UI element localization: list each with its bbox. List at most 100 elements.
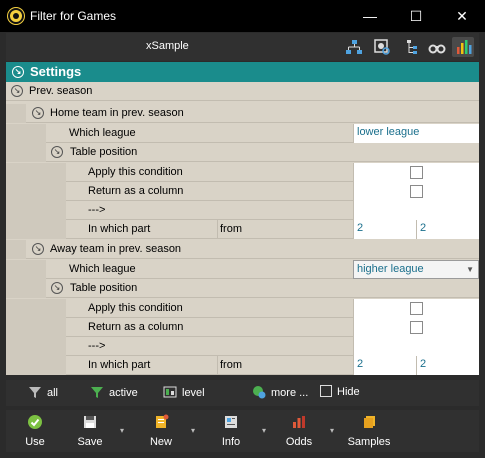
filter-icon	[29, 387, 41, 398]
new-doc-icon	[156, 414, 169, 428]
filter-active-button[interactable]: active	[90, 385, 138, 401]
in-which-part-label: In which part	[88, 359, 151, 371]
filter-bar: all active level more ... Hide	[6, 380, 479, 406]
home-arrow-row: --->	[6, 201, 479, 220]
away-return-checkbox[interactable]	[410, 321, 423, 334]
away-which-league-row: Which league higher league ▼	[6, 260, 479, 279]
away-apply-cell	[353, 299, 479, 318]
which-league-label: Which league	[69, 127, 136, 139]
apply-condition-label: Apply this condition	[88, 166, 183, 178]
collapse-icon[interactable]: ↘	[11, 85, 23, 97]
filter-active-label: active	[109, 387, 138, 399]
close-button[interactable]: ✕	[439, 0, 485, 32]
binoculars-icon[interactable]	[426, 37, 448, 57]
away-league-dropdown[interactable]: higher league ▼	[353, 260, 479, 279]
save-button[interactable]: Save	[76, 414, 104, 448]
level-icon	[163, 386, 177, 398]
hide-checkbox[interactable]	[320, 385, 332, 397]
use-button[interactable]: Use	[24, 414, 46, 448]
odds-dropdown-icon[interactable]: ▾	[330, 426, 334, 435]
table-position-label: Table position	[70, 282, 138, 294]
filter-level-button[interactable]: level	[163, 385, 205, 401]
in-which-part-label: In which part	[88, 223, 151, 235]
hide-toggle[interactable]: Hide	[320, 385, 360, 401]
away-team-label: Away team in prev. season	[50, 243, 182, 255]
info-button[interactable]: Info	[217, 414, 245, 448]
home-which-league-row: Which league lower league	[6, 124, 479, 143]
home-apply-checkbox[interactable]	[410, 166, 423, 179]
away-team-row[interactable]: ↘ Away team in prev. season	[6, 240, 479, 259]
collapse-icon[interactable]: ↘	[32, 243, 44, 255]
hierarchy-icon[interactable]	[343, 37, 365, 57]
collapse-icon[interactable]: ↘	[51, 146, 63, 158]
filter-more-label: more ...	[271, 387, 309, 399]
from-label: from	[220, 359, 242, 371]
home-team-row[interactable]: ↘ Home team in prev. season	[6, 104, 479, 123]
filter-active-icon	[91, 387, 103, 398]
away-apply-row: Apply this condition	[6, 299, 479, 318]
return-column-label: Return as a column	[88, 185, 184, 197]
odds-label: Odds	[285, 436, 313, 448]
sample-label: xSample	[146, 40, 189, 52]
minimize-button[interactable]: —	[347, 0, 393, 32]
filter-all-label: all	[47, 387, 59, 399]
away-apply-checkbox[interactable]	[410, 302, 423, 315]
collapse-icon[interactable]: ↘	[51, 282, 63, 294]
toolbar: xSample	[6, 33, 479, 61]
home-team-label: Home team in prev. season	[50, 107, 184, 119]
away-table-position-row[interactable]: ↘ Table position	[6, 279, 479, 298]
arrow-label: --->	[88, 204, 106, 216]
away-part-from-field[interactable]: 2	[353, 356, 416, 375]
info-label: Info	[221, 436, 241, 448]
home-arrow-cell[interactable]	[353, 201, 479, 220]
samples-stack-icon	[364, 416, 375, 428]
settings-search-icon[interactable]	[371, 37, 393, 57]
settings-panel: ↘ Settings ↘ Prev. season ↘ Home team in…	[6, 62, 479, 375]
app-logo-icon	[8, 8, 24, 24]
window-title: Filter for Games	[30, 9, 117, 23]
maximize-button[interactable]: ☐	[393, 0, 439, 32]
samples-button[interactable]: Samples	[347, 414, 391, 448]
return-column-label: Return as a column	[88, 321, 184, 333]
apply-condition-label: Apply this condition	[88, 302, 183, 314]
filter-all-button[interactable]: all	[28, 385, 58, 401]
which-league-label: Which league	[69, 263, 136, 275]
arrow-label: --->	[88, 340, 106, 352]
collapse-icon[interactable]: ↘	[32, 107, 44, 119]
save-dropdown-icon[interactable]: ▾	[120, 426, 124, 435]
home-apply-row: Apply this condition	[6, 163, 479, 182]
away-arrow-cell[interactable]	[353, 337, 479, 356]
prev-season-label: Prev. season	[29, 85, 93, 97]
home-which-part-row: In which part from 2 2	[6, 220, 479, 239]
home-part-to-field[interactable]: 2	[416, 220, 479, 239]
title-bar: Filter for Games — ☐ ✕	[0, 0, 485, 32]
check-icon	[28, 415, 42, 429]
bottom-bar: Use Save ▾ New ▾ Info ▾ Odds ▾ Samples	[6, 410, 479, 452]
chevron-down-icon[interactable]: ▼	[466, 265, 474, 274]
info-dropdown-icon[interactable]: ▾	[262, 426, 266, 435]
settings-header[interactable]: ↘ Settings	[6, 62, 479, 82]
prev-season-row[interactable]: ↘ Prev. season	[6, 82, 479, 101]
info-icon	[225, 416, 237, 428]
collapse-icon[interactable]: ↘	[12, 66, 24, 78]
home-apply-cell	[353, 163, 479, 182]
odds-chart-icon	[293, 416, 305, 428]
samples-label: Samples	[347, 436, 391, 448]
home-return-checkbox[interactable]	[410, 185, 423, 198]
home-table-position-row[interactable]: ↘ Table position	[6, 143, 479, 162]
table-position-label: Table position	[70, 146, 138, 158]
new-button[interactable]: New	[147, 414, 175, 448]
odds-button[interactable]: Odds	[284, 414, 314, 448]
bar-chart-icon[interactable]	[452, 37, 474, 57]
home-league-field[interactable]: lower league	[353, 124, 479, 143]
home-part-from-field[interactable]: 2	[353, 220, 416, 239]
away-return-cell	[353, 318, 479, 337]
new-dropdown-icon[interactable]: ▾	[191, 426, 195, 435]
away-part-to-field[interactable]: 2	[416, 356, 479, 375]
from-label: from	[220, 223, 242, 235]
settings-title: Settings	[30, 64, 82, 79]
tree-icon[interactable]	[402, 37, 424, 57]
filter-more-button[interactable]: more ...	[252, 385, 308, 401]
save-icon	[84, 416, 96, 428]
away-which-part-row: In which part from 2 2	[6, 356, 479, 375]
